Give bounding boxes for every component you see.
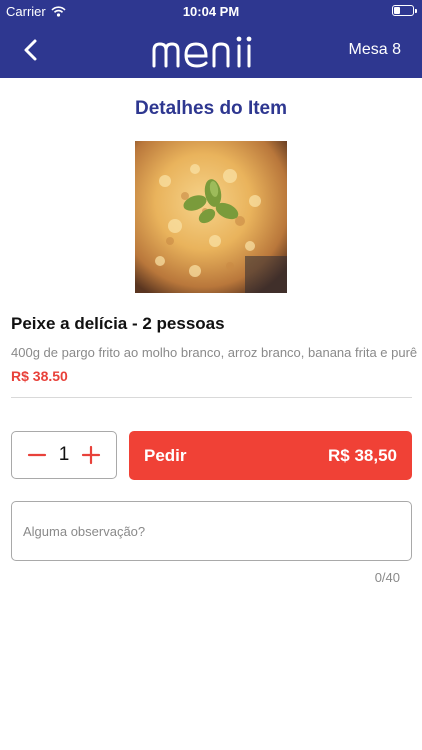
food-photo <box>135 141 287 293</box>
status-bar: Carrier 10:04 PM <box>0 0 422 22</box>
table-number: Mesa 8 <box>348 41 401 58</box>
plus-icon <box>81 445 101 465</box>
nav-bar: menu Mesa 8 <box>0 22 422 78</box>
quantity-stepper: 1 <box>11 431 117 479</box>
observation-input[interactable] <box>11 501 412 561</box>
increase-quantity-button[interactable] <box>76 440 106 470</box>
battery-icon <box>392 5 417 16</box>
order-button[interactable]: Pedir R$ 38,50 <box>129 431 412 480</box>
chevron-left-icon <box>24 39 37 61</box>
page-title: Detalhes do Item <box>134 98 288 119</box>
item-image <box>135 141 287 293</box>
item-name: Peixe a delícia - 2 pessoas <box>11 314 225 333</box>
logo-text: menu <box>150 34 190 38</box>
battery-level <box>394 7 400 14</box>
character-counter: 0/40 <box>374 570 400 585</box>
status-time: 10:04 PM <box>182 4 240 19</box>
order-button-label: Pedir <box>144 446 187 465</box>
back-button[interactable] <box>16 34 48 66</box>
item-price: R$ 38.50 <box>11 368 68 384</box>
order-total: R$ 38,50 <box>328 446 397 465</box>
item-description: 400g de pargo frito ao molho branco, arr… <box>11 345 418 360</box>
divider <box>11 397 412 398</box>
menu-logo: menu <box>150 34 252 68</box>
